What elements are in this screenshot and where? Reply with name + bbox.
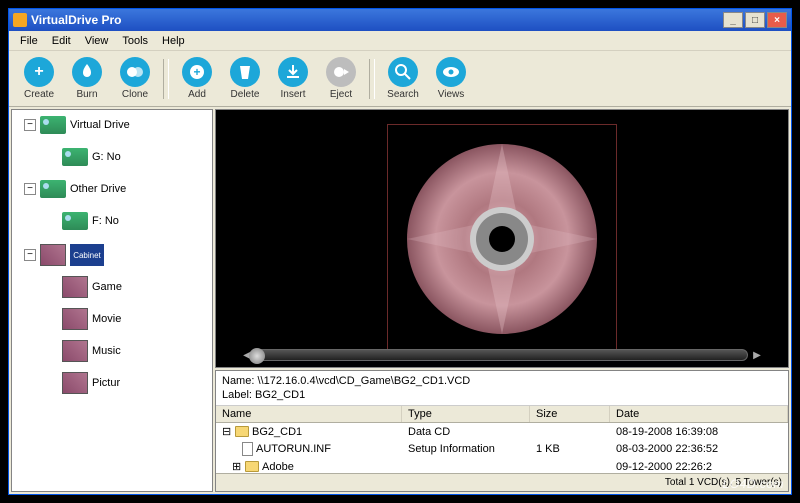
clone-button[interactable]: Clone bbox=[113, 54, 157, 104]
add-disc-icon: + bbox=[182, 57, 212, 87]
burn-icon bbox=[72, 57, 102, 87]
toolbar: +Create Burn Clone + Add Delete Insert E… bbox=[9, 51, 791, 107]
toolbar-separator bbox=[369, 59, 375, 99]
folder-icon bbox=[235, 426, 249, 437]
details-pane: Name: \\172.16.0.4\vcd\CD_Game\BG2_CD1.V… bbox=[215, 370, 789, 492]
search-icon bbox=[388, 57, 418, 87]
minimize-button[interactable]: _ bbox=[723, 12, 743, 28]
eject-button: Eject bbox=[319, 54, 363, 104]
tree-game[interactable]: Game bbox=[62, 276, 208, 298]
tree-movie[interactable]: Movie bbox=[62, 308, 208, 330]
menu-view[interactable]: View bbox=[78, 33, 116, 49]
watermark: LO4D.com bbox=[723, 477, 784, 491]
col-date[interactable]: Date bbox=[610, 406, 788, 422]
cabinet-icon: Cabinet bbox=[70, 244, 104, 266]
tree-other-drive[interactable]: − Other Drive bbox=[24, 180, 208, 198]
col-type[interactable]: Type bbox=[402, 406, 530, 422]
tree-music[interactable]: Music bbox=[62, 340, 208, 362]
table-row[interactable]: AUTORUN.INF Setup Information 1 KB 08-03… bbox=[216, 440, 788, 458]
tree-virtual-drive[interactable]: − Virtual Drive bbox=[24, 116, 208, 134]
tree-f-drive[interactable]: F: No bbox=[62, 212, 208, 230]
close-button[interactable]: × bbox=[767, 12, 787, 28]
delete-button[interactable]: Delete bbox=[223, 54, 267, 104]
maximize-button[interactable]: □ bbox=[745, 12, 765, 28]
tree-g-drive[interactable]: G: No bbox=[62, 148, 208, 166]
category-icon bbox=[62, 308, 88, 330]
category-icon bbox=[62, 372, 88, 394]
drive-icon bbox=[62, 212, 88, 230]
info-summary: Name: \\172.16.0.4\vcd\CD_Game\BG2_CD1.V… bbox=[216, 371, 788, 406]
info-name-value: \\172.16.0.4\vcd\CD_Game\BG2_CD1.VCD bbox=[257, 375, 470, 387]
file-table-body: ⊟BG2_CD1 Data CD 08-19-2008 16:39:08 AUT… bbox=[216, 423, 788, 473]
category-icon bbox=[62, 340, 88, 362]
plus-icon: + bbox=[24, 57, 54, 87]
window-title: VirtualDrive Pro bbox=[31, 13, 121, 27]
tree-panel[interactable]: − Virtual Drive G: No − Other Drive F: N… bbox=[11, 109, 213, 492]
app-icon bbox=[13, 13, 27, 27]
category-icon bbox=[62, 276, 88, 298]
tree-picture[interactable]: Pictur bbox=[62, 372, 208, 394]
menu-help[interactable]: Help bbox=[155, 33, 192, 49]
file-table-header: Name Type Size Date bbox=[216, 406, 788, 423]
tree-collapse-icon[interactable]: − bbox=[24, 183, 36, 195]
table-row[interactable]: ⊟BG2_CD1 Data CD 08-19-2008 16:39:08 bbox=[216, 423, 788, 440]
menubar: File Edit View Tools Help bbox=[9, 31, 791, 51]
slider-thumb[interactable] bbox=[249, 348, 265, 364]
eject-icon bbox=[326, 57, 356, 87]
insert-icon bbox=[278, 57, 308, 87]
svg-text:+: + bbox=[193, 65, 200, 79]
disc-preview-frame bbox=[387, 124, 617, 354]
info-label-value: BG2_CD1 bbox=[255, 389, 305, 401]
table-row[interactable]: ⊞Adobe 09-12-2000 22:26:2 bbox=[216, 458, 788, 473]
col-size[interactable]: Size bbox=[530, 406, 610, 422]
col-name[interactable]: Name bbox=[216, 406, 402, 422]
insert-button[interactable]: Insert bbox=[271, 54, 315, 104]
folder-icon bbox=[245, 461, 259, 472]
tree-collapse-icon[interactable]: − bbox=[24, 249, 36, 261]
slider-right-arrow-icon[interactable]: ▶ bbox=[750, 348, 764, 362]
drive-icon bbox=[40, 180, 66, 198]
toolbar-separator bbox=[163, 59, 169, 99]
menu-edit[interactable]: Edit bbox=[45, 33, 78, 49]
tree-cabinet[interactable]: − Cabinet bbox=[24, 244, 208, 266]
disc-icon bbox=[402, 139, 602, 339]
drive-icon bbox=[40, 116, 66, 134]
titlebar: VirtualDrive Pro _ □ × bbox=[9, 9, 791, 31]
add-button[interactable]: + Add bbox=[175, 54, 219, 104]
menu-tools[interactable]: Tools bbox=[115, 33, 155, 49]
tree-collapse-icon[interactable]: − bbox=[24, 119, 36, 131]
search-button[interactable]: Search bbox=[381, 54, 425, 104]
drive-icon bbox=[62, 148, 88, 166]
file-icon bbox=[242, 442, 253, 456]
menu-file[interactable]: File bbox=[13, 33, 45, 49]
cabinet-thumb-icon bbox=[40, 244, 66, 266]
statusbar: Total 1 VCD(s), 5 Tower(s) bbox=[216, 473, 788, 491]
create-button[interactable]: +Create bbox=[17, 54, 61, 104]
views-icon bbox=[436, 57, 466, 87]
preview-slider[interactable] bbox=[256, 349, 748, 361]
delete-icon bbox=[230, 57, 260, 87]
preview-pane: ◀ ▶ bbox=[215, 109, 789, 368]
burn-button[interactable]: Burn bbox=[65, 54, 109, 104]
views-button[interactable]: Views bbox=[429, 54, 473, 104]
clone-icon bbox=[120, 57, 150, 87]
